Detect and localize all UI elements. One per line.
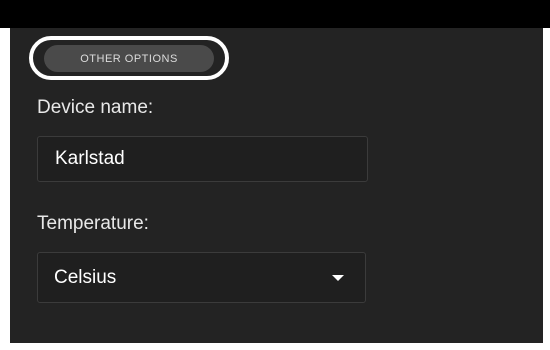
device-name-label: Device name: [37,97,154,118]
temperature-label: Temperature: [37,213,149,234]
chevron-down-icon [332,275,344,281]
temperature-selected-value: Celsius [54,267,117,288]
top-bar [0,0,550,28]
temperature-select[interactable]: Celsius [37,252,366,303]
device-name-input[interactable]: Karlstad [37,136,368,182]
other-options-button[interactable]: OTHER OPTIONS [44,45,214,72]
